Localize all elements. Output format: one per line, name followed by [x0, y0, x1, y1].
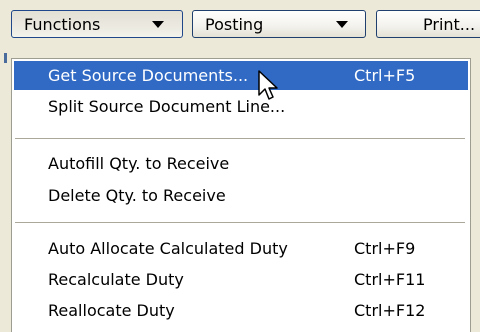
dropdown-arrow-icon	[336, 21, 348, 28]
functions-button[interactable]: Functions	[11, 10, 183, 38]
menu-separator	[15, 138, 465, 140]
menu-item-split-source-document-line[interactable]: Split Source Document Line...	[14, 92, 468, 121]
menu-item-shortcut: Ctrl+F5	[354, 66, 416, 85]
menu-item-delete-qty-to-receive[interactable]: Delete Qty. to Receive	[14, 181, 468, 210]
print-button-label: Print...	[423, 14, 476, 34]
menu-item-label: Autofill Qty. to Receive	[48, 154, 230, 173]
menu-item-get-source-documents[interactable]: Get Source Documents... Ctrl+F5	[14, 61, 468, 90]
menu-item-autofill-qty-to-receive[interactable]: Autofill Qty. to Receive	[14, 149, 468, 178]
menu-item-shortcut: Ctrl+F11	[354, 270, 426, 289]
dropdown-arrow-icon	[152, 21, 164, 28]
menu-item-label: Delete Qty. to Receive	[48, 186, 226, 205]
screen: Functions Posting Print... Get Source Do…	[0, 0, 480, 332]
functions-button-label: Functions	[24, 14, 101, 34]
menu-item-auto-allocate-calculated-duty[interactable]: Auto Allocate Calculated Duty Ctrl+F9	[14, 234, 468, 263]
menu-separator	[15, 222, 465, 224]
posting-button[interactable]: Posting	[192, 10, 366, 38]
menu-item-label: Split Source Document Line...	[48, 97, 286, 116]
window-edge	[4, 53, 7, 63]
menu-item-reallocate-duty[interactable]: Reallocate Duty Ctrl+F12	[14, 296, 468, 325]
menu-item-label: Reallocate Duty	[48, 301, 175, 320]
menu-item-label: Auto Allocate Calculated Duty	[48, 239, 288, 258]
menu-item-label: Get Source Documents...	[48, 66, 249, 85]
print-button[interactable]: Print...	[376, 10, 480, 38]
menu-item-shortcut: Ctrl+F12	[354, 301, 426, 320]
functions-menu: Get Source Documents... Ctrl+F5 Split So…	[11, 58, 471, 332]
menu-item-recalculate-duty[interactable]: Recalculate Duty Ctrl+F11	[14, 265, 468, 294]
menu-item-label: Recalculate Duty	[48, 270, 184, 289]
posting-button-label: Posting	[205, 14, 264, 34]
mouse-pointer-icon	[258, 70, 278, 100]
menu-item-shortcut: Ctrl+F9	[354, 239, 416, 258]
